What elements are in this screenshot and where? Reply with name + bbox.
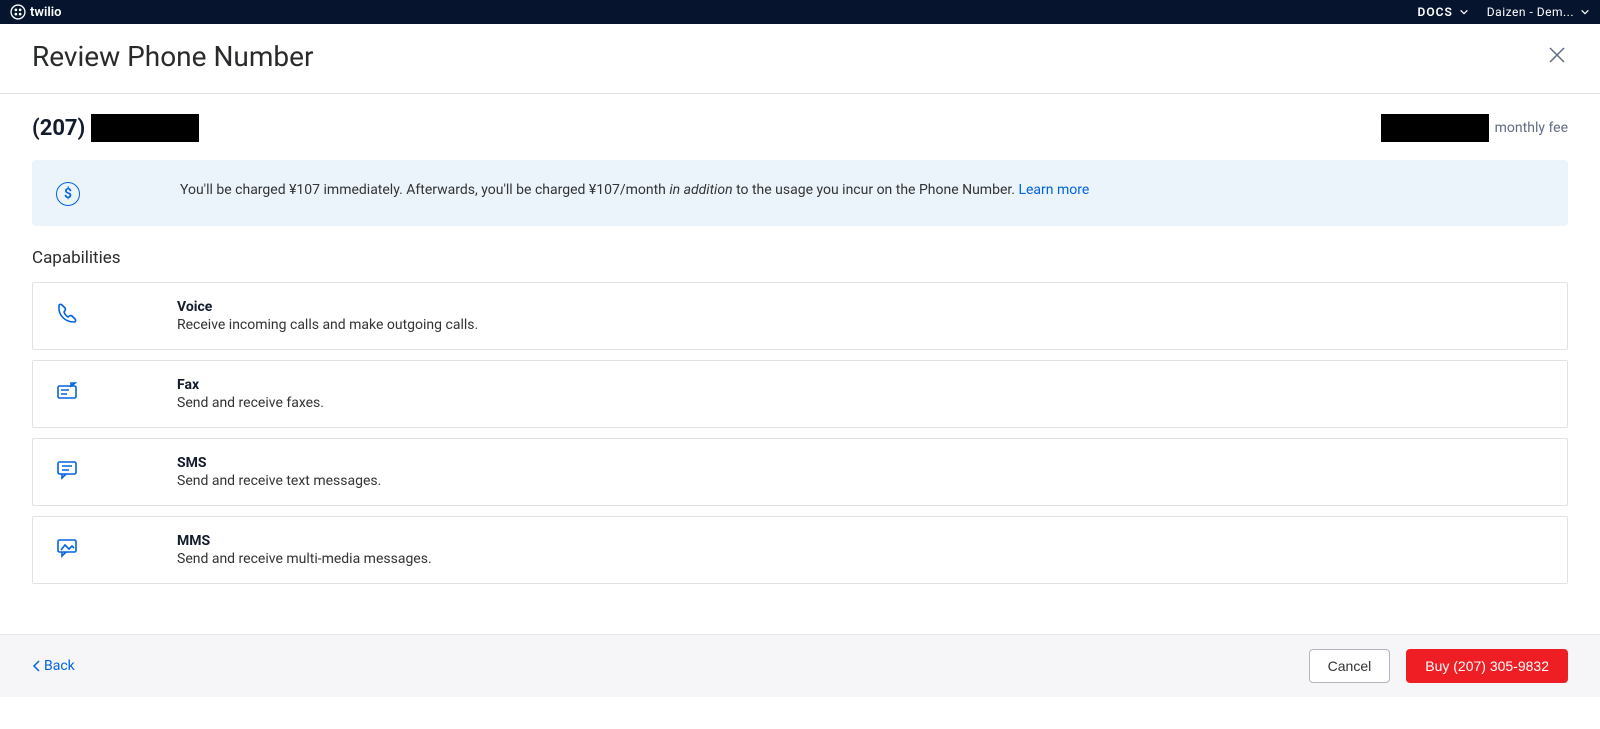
back-link[interactable]: Back xyxy=(32,658,75,674)
capability-desc: Send and receive multi-media messages. xyxy=(177,551,432,567)
docs-menu[interactable]: DOCS xyxy=(1418,5,1469,19)
docs-label: DOCS xyxy=(1418,5,1453,19)
close-button[interactable] xyxy=(1546,44,1568,70)
capability-title: MMS xyxy=(177,533,432,549)
pricing-info-banner: $ You'll be charged ¥107 immediately. Af… xyxy=(32,160,1568,226)
chevron-down-icon xyxy=(1580,7,1590,17)
capabilities-list: Voice Receive incoming calls and make ou… xyxy=(32,282,1568,584)
capability-mms: MMS Send and receive multi-media message… xyxy=(32,516,1568,584)
twilio-logo[interactable]: twilio xyxy=(10,4,61,20)
account-menu[interactable]: Daizen - Dem... xyxy=(1487,5,1590,19)
capability-title: Fax xyxy=(177,377,324,393)
page-header: Review Phone Number xyxy=(0,24,1600,94)
footer: Back Cancel Buy (207) 305-9832 xyxy=(0,634,1600,697)
topbar: twilio DOCS Daizen - Dem... xyxy=(0,0,1600,24)
dollar-icon: $ xyxy=(56,182,80,206)
chevron-down-icon xyxy=(1459,7,1469,17)
capability-sms: SMS Send and receive text messages. xyxy=(32,438,1568,506)
phone-icon xyxy=(55,301,79,325)
capability-desc: Send and receive text messages. xyxy=(177,473,381,489)
capability-title: SMS xyxy=(177,455,381,471)
phone-area-code: (207) xyxy=(32,116,85,141)
capability-fax: Fax Send and receive faxes. xyxy=(32,360,1568,428)
close-icon xyxy=(1546,44,1568,66)
sms-icon xyxy=(55,457,79,481)
fax-icon xyxy=(55,379,79,403)
capabilities-heading: Capabilities xyxy=(32,248,1568,268)
account-label: Daizen - Dem... xyxy=(1487,5,1574,19)
chevron-left-icon xyxy=(32,660,42,672)
monthly-fee-redacted xyxy=(1381,114,1489,142)
mms-icon xyxy=(55,535,79,559)
page-title: Review Phone Number xyxy=(32,40,313,73)
phone-number-redacted xyxy=(91,114,199,142)
buy-button[interactable]: Buy (207) 305-9832 xyxy=(1406,649,1568,683)
capability-voice: Voice Receive incoming calls and make ou… xyxy=(32,282,1568,350)
learn-more-link[interactable]: Learn more xyxy=(1018,182,1089,198)
pricing-info-text: You'll be charged ¥107 immediately. Afte… xyxy=(180,180,1089,201)
capability-desc: Receive incoming calls and make outgoing… xyxy=(177,317,478,333)
cancel-button[interactable]: Cancel xyxy=(1309,649,1391,683)
capability-desc: Send and receive faxes. xyxy=(177,395,324,411)
monthly-fee-label: monthly fee xyxy=(1495,120,1568,136)
brand-text: twilio xyxy=(30,5,61,20)
capability-title: Voice xyxy=(177,299,478,315)
phone-number-row: (207) monthly fee xyxy=(32,114,1568,142)
